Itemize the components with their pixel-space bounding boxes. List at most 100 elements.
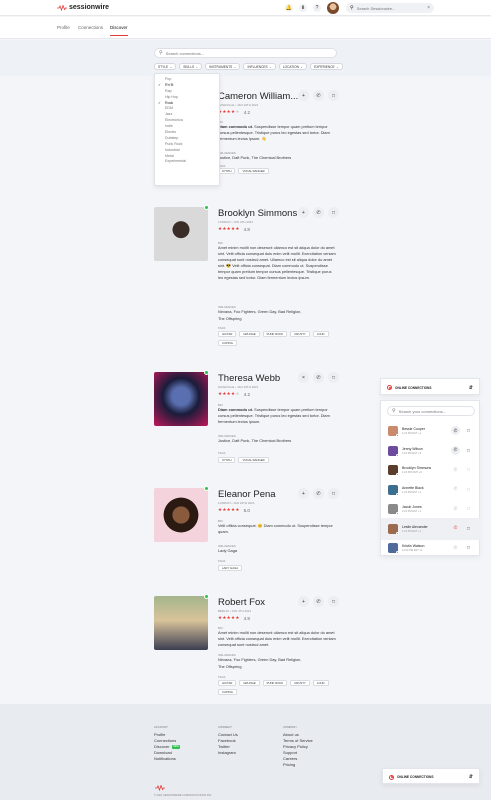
tag[interactable]: Vocal Ranger	[238, 168, 269, 174]
profile-name[interactable]: Robert Fox	[218, 597, 265, 608]
filter-influences[interactable]: INFLUENCES ⌄	[243, 63, 276, 70]
tag[interactable]: Crusty	[290, 331, 310, 337]
tab-connections[interactable]: Connections	[78, 25, 103, 30]
tab-discover[interactable]: Discover	[110, 25, 128, 36]
tag[interactable]: Punk Rock	[262, 331, 288, 337]
connections-panel-search-input[interactable]	[398, 408, 469, 414]
contact-time: 2:24 PM EST +1	[402, 510, 422, 513]
call-icon[interactable]: ✆	[451, 485, 460, 494]
message-button[interactable]: □	[328, 488, 339, 499]
footer-link-notifications[interactable]: Notifications	[154, 756, 180, 762]
logo[interactable]: sessionwire	[57, 4, 109, 11]
discover-filter-area: ⚲ STYLE⌄ SKILLS⌄ INSTRUMENTS⌄ INFLUENCES…	[0, 40, 491, 76]
online-connections-header[interactable]: ONLINE CONNECTIONS ⇵	[380, 378, 480, 395]
message-button[interactable]: □	[328, 596, 339, 607]
add-connection-button[interactable]: +	[298, 207, 309, 218]
connections-search-input[interactable]	[165, 50, 326, 56]
tag[interactable]: Grunge	[239, 331, 260, 337]
add-connection-button[interactable]: +	[298, 90, 309, 101]
bio-bold: Diam commodo ut.	[218, 124, 254, 129]
bio-text: Diam commodo ut. Suspendisse tempor quam…	[218, 124, 337, 142]
hangup-icon[interactable]: ✆	[451, 524, 460, 533]
message-icon[interactable]: □	[464, 543, 473, 552]
profile-card: Theresa Webb Nashville • Jan 19th 2021 ★…	[154, 370, 339, 472]
call-button[interactable]: ✆	[313, 207, 324, 218]
tag[interactable]: Grunge	[239, 680, 260, 686]
call-icon[interactable]: ✆	[451, 445, 460, 455]
filter-instruments[interactable]: INSTRUMENTS ⌄	[205, 63, 241, 70]
message-icon[interactable]: □	[464, 504, 473, 513]
tag[interactable]: Guitar	[218, 331, 237, 337]
call-button[interactable]: ✆	[313, 596, 324, 607]
online-status-icon	[389, 774, 394, 780]
message-icon[interactable]: □	[464, 465, 473, 474]
download-icon[interactable]: ⬇	[299, 4, 307, 12]
influences-text: Nirvana, Foo Fighters, Green Day, Bad Re…	[218, 657, 302, 662]
tag[interactable]: Cuping	[218, 689, 237, 695]
profile-photo[interactable]	[154, 488, 208, 542]
message-icon[interactable]: □	[464, 524, 473, 533]
tag[interactable]: Guitar	[218, 680, 237, 686]
call-button[interactable]: ✆	[313, 372, 324, 383]
filter-label: INSTRUMENTS	[209, 64, 233, 69]
expand-toggle-icon[interactable]: ⇵	[469, 774, 473, 780]
tab-profile[interactable]: Profile	[57, 25, 70, 30]
add-connection-button[interactable]: +	[298, 488, 309, 499]
help-icon[interactable]: ?	[313, 4, 321, 12]
filter-skills[interactable]: SKILLS ⌄	[179, 63, 203, 70]
panel-search[interactable]: ⚲	[387, 406, 475, 416]
message-button[interactable]: □	[328, 90, 339, 101]
tag[interactable]: Crusty	[290, 680, 310, 686]
global-search[interactable]: ⚲ ×	[346, 3, 434, 13]
footer-link-pricing[interactable]: Pricing	[283, 762, 313, 768]
profile-name[interactable]: Brooklyn Simmons	[218, 208, 297, 219]
bio-text: Amet minim mollit non deserunt ullamco e…	[218, 630, 336, 648]
footer-link-instagram[interactable]: Instagram	[218, 750, 238, 756]
connections-search[interactable]: ⚲	[154, 48, 337, 58]
add-connection-button[interactable]: +	[298, 596, 309, 607]
filter-style[interactable]: STYLE ⌄	[154, 63, 177, 70]
message-icon[interactable]: □	[464, 485, 473, 494]
expand-toggle-icon[interactable]: ⇵	[469, 385, 473, 391]
message-icon[interactable]: □	[464, 426, 473, 435]
bell-icon[interactable]: 🔔	[285, 4, 293, 12]
contact-row[interactable]: Kristin Watson 12:24 PM EST +1 ✆ □	[381, 537, 481, 559]
rating-value: 4.9	[243, 615, 250, 621]
style-option[interactable]: Experimental	[155, 159, 219, 165]
message-button[interactable]: □	[328, 207, 339, 218]
global-search-input[interactable]	[356, 5, 425, 11]
tag[interactable]: Punk Rock	[262, 680, 288, 686]
call-button[interactable]: ✆	[313, 488, 324, 499]
clear-icon[interactable]: ×	[427, 5, 430, 11]
online-indicator	[204, 370, 209, 375]
call-icon[interactable]: ✆	[451, 504, 460, 513]
tag[interactable]: Synth	[218, 457, 236, 463]
profile-photo[interactable]	[154, 372, 208, 426]
tag[interactable]: Loud	[312, 331, 329, 337]
online-connections-panel: ⚲ Bessie Cooper1:24 PM EST +1✆□Jenny Wil…	[380, 400, 481, 559]
tag[interactable]: Vocal Ranger	[238, 457, 269, 463]
message-button[interactable]: □	[328, 372, 339, 383]
tag[interactable]: Synth	[218, 168, 236, 174]
profile-name[interactable]: Eleanor Pena	[218, 489, 276, 500]
filter-experience[interactable]: EXPERIENCE ⌄	[310, 63, 343, 70]
rating-value: 4.8	[243, 226, 250, 232]
message-icon[interactable]: □	[464, 446, 473, 455]
user-avatar[interactable]	[327, 2, 339, 14]
remove-connection-button[interactable]: ×	[298, 372, 309, 383]
tag[interactable]: Loud	[312, 680, 329, 686]
contact-time: 12:24 PM EST +1	[402, 549, 423, 552]
profile-photo[interactable]	[154, 596, 208, 650]
style-option-label: Metal	[165, 153, 174, 158]
profile-photo[interactable]	[154, 207, 208, 261]
tag[interactable]: Lady Gaga	[218, 565, 243, 571]
call-button[interactable]: ✆	[313, 90, 324, 101]
call-icon[interactable]: ✆	[451, 465, 460, 474]
profile-name[interactable]: Cameron William...	[218, 91, 298, 102]
profile-name[interactable]: Theresa Webb	[218, 373, 280, 384]
call-icon[interactable]: ✆	[451, 426, 460, 435]
call-icon[interactable]: ✆	[451, 543, 460, 552]
filter-location[interactable]: LOCATION ⌄	[278, 63, 308, 70]
tag[interactable]: Cuping	[218, 340, 237, 346]
mini-online-connections[interactable]: ONLINE CONNECTIONS ⇵	[382, 768, 480, 784]
